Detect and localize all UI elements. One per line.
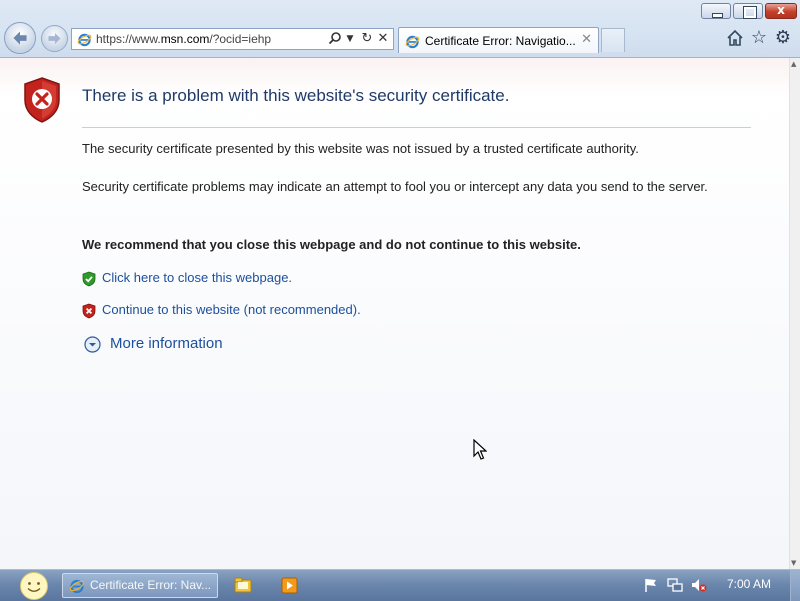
network-icon[interactable] [667,577,683,593]
url-domain: msn.com [160,32,210,46]
taskbar-item-label: Certificate Error: Nav... [90,578,212,592]
close-window-button[interactable]: x [765,3,797,19]
media-player-icon[interactable] [276,573,302,598]
title-divider [82,127,751,128]
arrow-right-icon [48,32,61,45]
scroll-down-icon[interactable]: ▼ [791,559,796,567]
flag-icon[interactable] [643,577,659,593]
taskbar-clock[interactable]: 7:00 AM [727,577,771,591]
volume-muted-icon[interactable] [691,577,707,593]
start-button[interactable] [8,571,48,601]
back-button[interactable] [4,22,36,54]
new-tab-button[interactable] [601,28,625,52]
ie-tab-icon [405,35,420,49]
url-suffix: /?ocid=iehp [209,32,272,46]
tab-certificate-error[interactable]: Certificate Error: Navigatio... ✕ [398,27,599,53]
search-icon[interactable] [327,31,343,47]
ie-page-icon [77,33,92,47]
more-information-link[interactable]: More information [110,335,223,353]
arrow-left-icon [13,31,27,45]
recommendation-text: We recommend that you close this webpage… [82,237,581,252]
browser-toolbar: x https://www.msn.com/?ocid=iehp ▼ ↻ ✕ C [0,0,800,58]
tab-close-icon[interactable]: ✕ [581,32,592,47]
vertical-scrollbar[interactable]: ▲ ▼ [789,58,800,569]
security-warning-text: Security certificate problems may indica… [82,179,708,194]
address-bar[interactable]: https://www.msn.com/?ocid=iehp ▼ ↻ ✕ [71,28,394,50]
red-shield-icon [82,303,96,319]
certificate-description: The security certificate presented by th… [82,141,639,156]
gear-icon[interactable]: ⚙ [772,26,794,50]
chevron-down-icon[interactable]: ▼ [342,31,358,47]
ie-taskbar-icon [69,579,85,594]
error-shield-icon [24,77,60,123]
close-icon: x [777,3,785,17]
circle-chevron-down-icon[interactable] [84,336,101,353]
star-icon[interactable]: ☆ [748,26,770,50]
scroll-up-icon[interactable]: ▲ [791,60,796,68]
tab-title: Certificate Error: Navigatio... [425,34,576,48]
certificate-error-page: There is a problem with this website's s… [0,58,789,569]
mouse-cursor-icon [473,439,487,460]
green-shield-icon [82,271,96,287]
refresh-icon[interactable]: ↻ [359,31,375,47]
taskbar: Certificate Error: Nav... 7:00 AM [0,569,800,601]
address-url[interactable]: https://www.msn.com/?ocid=iehp [96,32,271,46]
home-icon[interactable] [724,26,746,50]
taskbar-item-ie[interactable]: Certificate Error: Nav... [62,573,218,598]
show-desktop-button[interactable] [790,570,800,601]
folder-icon[interactable] [230,573,256,598]
continue-website-link[interactable]: Continue to this website (not recommende… [102,301,361,319]
page-title: There is a problem with this website's s… [82,86,510,105]
minimize-button[interactable] [701,3,731,19]
forward-button[interactable] [41,25,68,52]
restore-button[interactable] [733,3,763,19]
stop-icon[interactable]: ✕ [375,31,391,47]
url-prefix: https://www. [96,32,161,46]
close-webpage-link[interactable]: Click here to close this webpage. [102,269,292,287]
